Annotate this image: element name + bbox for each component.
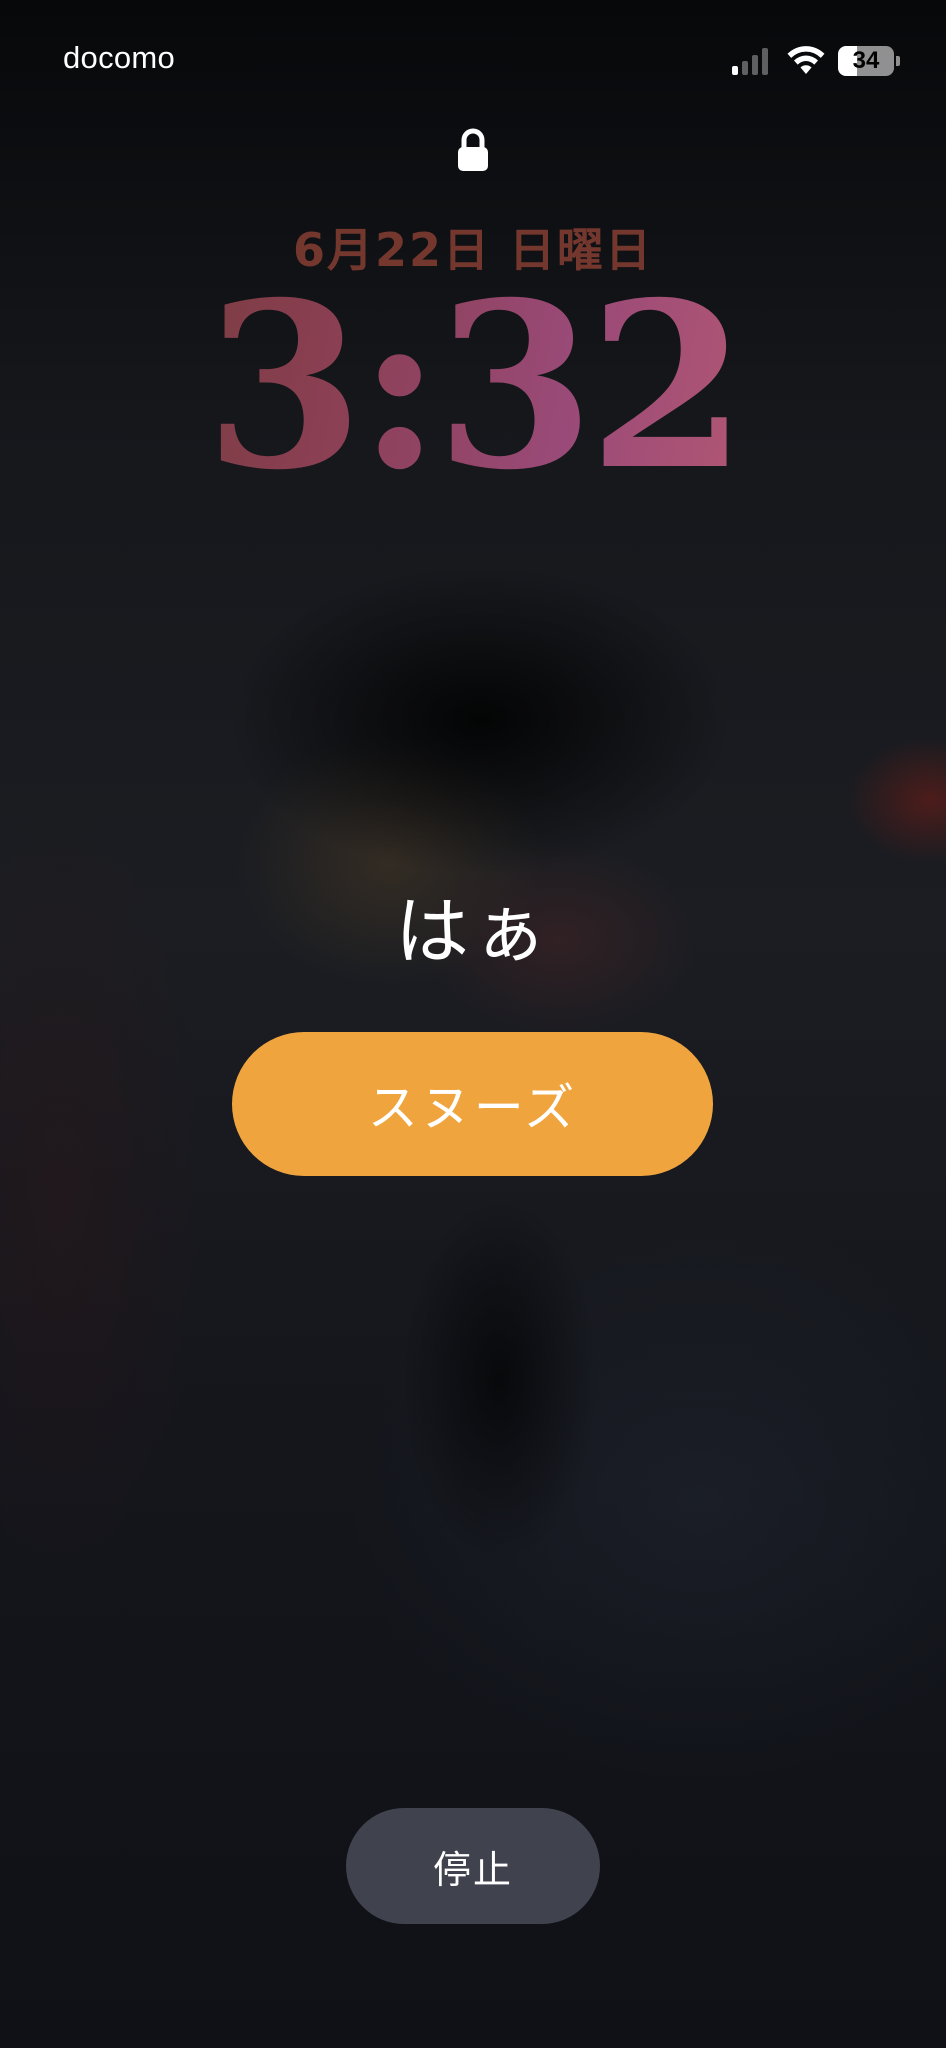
wifi-icon	[787, 46, 825, 74]
snooze-button-label: スヌーズ	[367, 1079, 578, 1137]
lock-screen-time: 3:32	[0, 272, 946, 500]
battery-tip	[896, 56, 900, 66]
lock-screen: docomo 34 6月22日 日曜日 3:32 はぁ スヌーズ 停止	[0, 0, 946, 2048]
snooze-button[interactable]: スヌーズ	[232, 1032, 713, 1176]
status-indicators: 34	[732, 44, 900, 78]
alarm-label: はぁ	[395, 889, 551, 975]
battery-level: 34	[852, 47, 880, 74]
stop-button-label: 停止	[432, 1847, 513, 1892]
cellular-signal-icon	[732, 47, 772, 75]
battery-icon: 34	[838, 46, 894, 76]
lock-icon	[458, 128, 488, 171]
stop-button[interactable]: 停止	[346, 1808, 600, 1924]
carrier-name: docomo	[63, 40, 176, 75]
